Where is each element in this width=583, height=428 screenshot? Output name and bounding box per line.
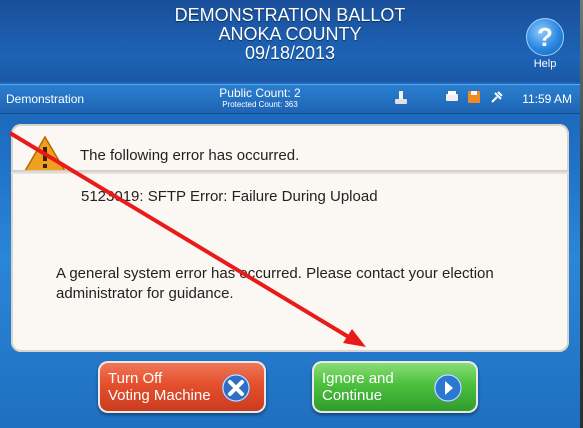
ballot-header: DEMONSTRATION BALLOT ANOKA COUNTY 09/18/… xyxy=(0,0,580,82)
error-heading: The following error has occurred. xyxy=(80,147,300,164)
status-icons xyxy=(445,90,508,108)
continue-label: Ignore and Continue xyxy=(322,370,432,404)
turn-off-label-line1: Turn Off xyxy=(108,370,163,387)
protected-count: Protected Count: 363 xyxy=(222,100,298,109)
warning-icon xyxy=(23,135,67,172)
help-button[interactable]: ? Help xyxy=(520,18,570,74)
help-label: Help xyxy=(533,58,557,70)
help-icon: ? xyxy=(526,18,564,56)
public-count: Public Count: 2 xyxy=(219,86,301,100)
error-code: 5123019: SFTP Error: Failure During Uplo… xyxy=(81,188,378,205)
usb-icon xyxy=(395,91,407,104)
turn-off-label-line2: Voting Machine xyxy=(108,387,211,404)
error-dialog: The following error has occurred. 512301… xyxy=(11,124,569,352)
mode-label: Demonstration xyxy=(6,92,85,106)
ballot-title: DEMONSTRATION BALLOT ANOKA COUNTY 09/18/… xyxy=(0,6,580,63)
ballot-counts: Public Count: 2 Protected Count: 363 xyxy=(205,87,315,110)
ballot-date: 09/18/2013 xyxy=(244,43,336,63)
memory-card-icon xyxy=(467,90,481,109)
error-message: A general system error has occurred. Ple… xyxy=(56,265,494,302)
clock: 11:59 AM xyxy=(522,92,572,106)
dialog-divider xyxy=(11,170,569,174)
voting-screen: DEMONSTRATION BALLOT ANOKA COUNTY 09/18/… xyxy=(0,0,580,428)
ballot-title-line1: DEMONSTRATION BALLOT xyxy=(174,5,406,25)
printer-icon xyxy=(445,90,459,109)
ignore-and-continue-button[interactable]: Ignore and Continue xyxy=(312,361,478,413)
arrow-right-icon xyxy=(434,374,462,402)
dialog-header: The following error has occurred. xyxy=(11,124,569,182)
continue-label-line1: Ignore and xyxy=(322,370,394,387)
turn-off-label: Turn Off Voting Machine xyxy=(108,370,218,404)
ballot-title-line2: ANOKA COUNTY xyxy=(218,24,362,44)
plug-icon xyxy=(490,90,504,109)
status-bar: Demonstration Public Count: 2 Protected … xyxy=(0,84,580,114)
turn-off-voting-machine-button[interactable]: Turn Off Voting Machine xyxy=(98,361,266,413)
continue-label-line2: Continue xyxy=(322,387,383,404)
close-icon xyxy=(222,374,250,402)
